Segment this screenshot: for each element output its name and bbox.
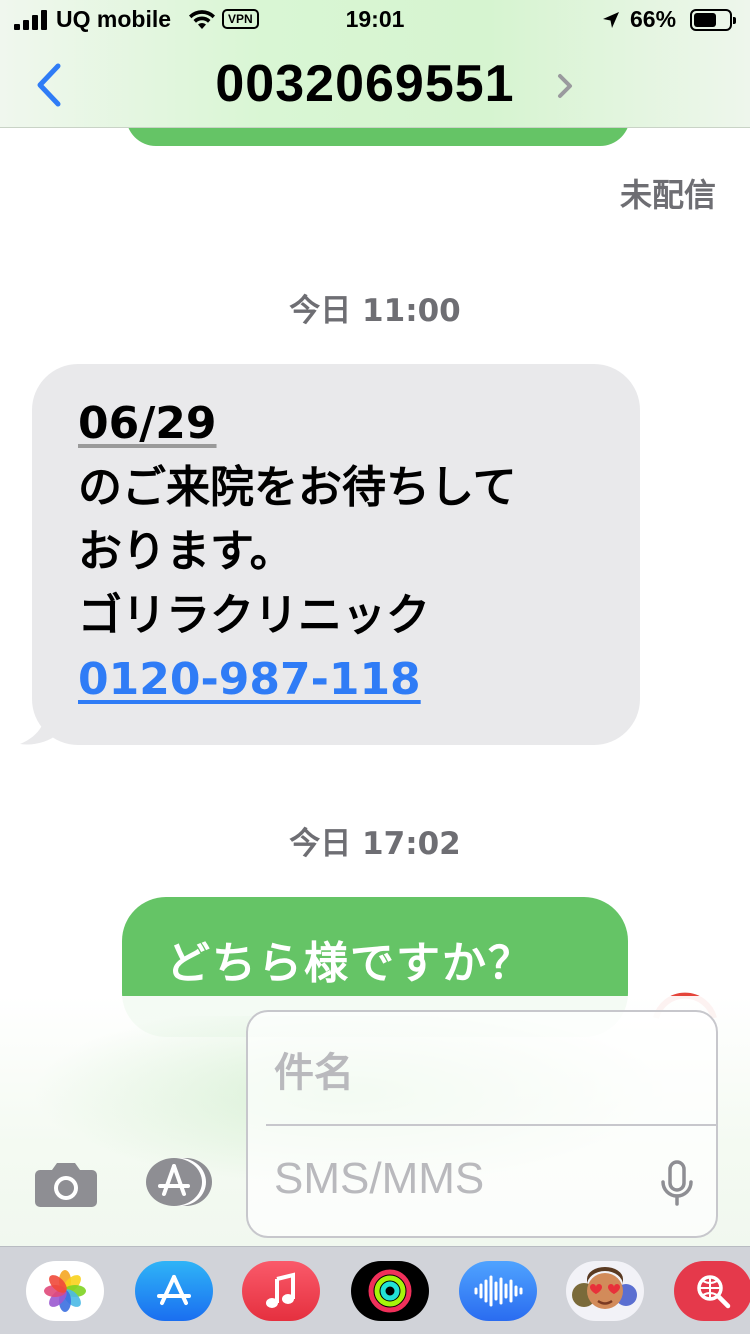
navigation-header: UQ mobile VPN 19:01 66% 0032069551 [0, 0, 750, 128]
battery-percentage: 66% [630, 6, 677, 32]
message-input[interactable]: SMS/MMS [274, 1154, 484, 1204]
music-icon[interactable] [242, 1261, 320, 1321]
camera-icon[interactable] [34, 1160, 98, 1208]
photos-icon[interactable] [26, 1261, 104, 1321]
subject-input[interactable]: 件名 [274, 1040, 354, 1098]
message-line: のご来院をお待ちして [78, 462, 517, 513]
message-line: おります。 [78, 526, 294, 577]
compose-divider [266, 1124, 716, 1126]
chevron-right-icon[interactable] [554, 72, 576, 100]
audio-messages-icon[interactable] [459, 1261, 537, 1321]
phone-number-link[interactable]: 0120-987-118 [78, 654, 421, 705]
web-search-icon[interactable] [674, 1261, 750, 1321]
contact-title[interactable]: 0032069551 [0, 54, 730, 114]
incoming-message-text: 06/29 のご来院をお待ちして おります。 ゴリラクリニック 0120-987… [78, 392, 618, 712]
app-store-button[interactable] [138, 1156, 214, 1208]
timestamp: 今日 17:02 [289, 826, 461, 862]
fitness-icon[interactable] [351, 1261, 429, 1321]
status-bar: UQ mobile VPN 19:01 66% [0, 0, 750, 40]
app-drawer [0, 1246, 750, 1334]
message-line: ゴリラクリニック [78, 590, 430, 641]
microphone-icon[interactable] [660, 1160, 694, 1208]
location-arrow-icon [603, 12, 619, 28]
memoji-icon[interactable] [566, 1261, 644, 1321]
date-link[interactable]: 06/29 [78, 398, 217, 449]
timestamp: 今日 11:00 [289, 293, 461, 329]
compose-box[interactable]: 件名 SMS/MMS [246, 1010, 718, 1238]
battery-icon [690, 9, 736, 31]
outgoing-message-text: どちら様ですか？ [166, 938, 534, 989]
undelivered-status: 未配信 [619, 176, 716, 214]
app-store-icon[interactable] [135, 1261, 213, 1321]
